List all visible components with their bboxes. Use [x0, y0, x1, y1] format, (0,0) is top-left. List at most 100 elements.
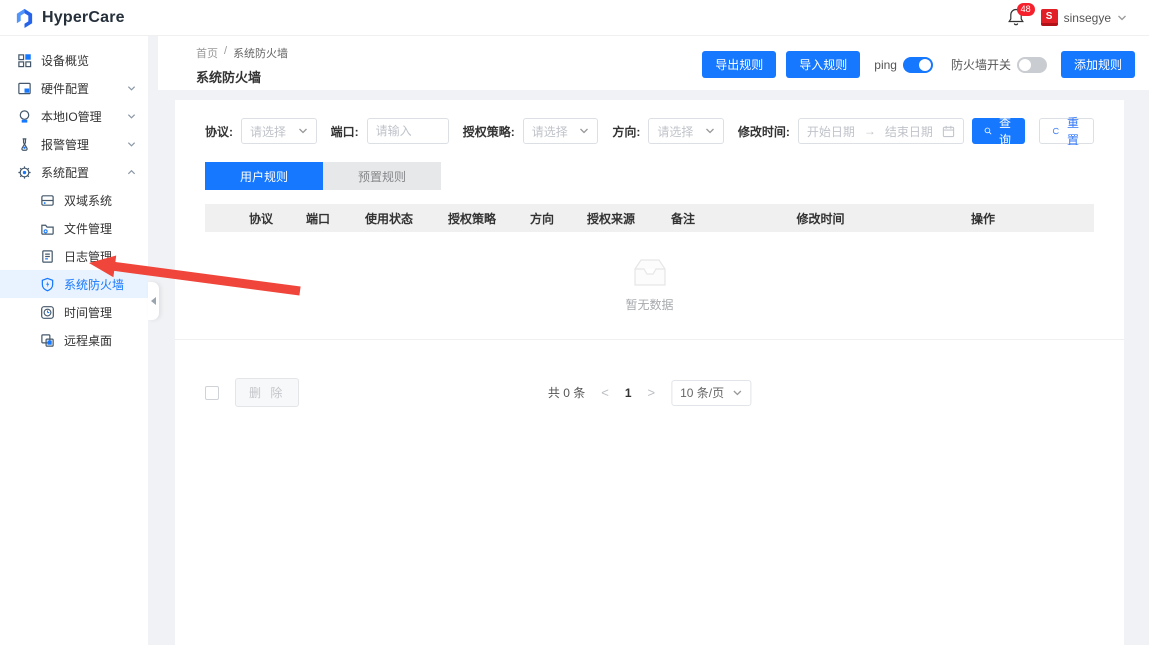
- toggle-knob: [918, 58, 931, 71]
- direction-placeholder: 请选择: [657, 124, 694, 139]
- chevron-down-icon: [127, 141, 136, 146]
- sidebar-item-label: 系统配置: [41, 165, 90, 180]
- sidebar-item-file-management[interactable]: 文件管理: [0, 214, 148, 242]
- direction-label: 方向:: [612, 124, 641, 139]
- port-input[interactable]: [375, 124, 440, 138]
- app-logo: HyperCare: [14, 7, 125, 29]
- sidebar-item-label: 日志管理: [64, 249, 113, 264]
- ping-label: ping: [874, 57, 897, 72]
- chevron-down-icon: [705, 128, 715, 134]
- sidebar-item-log-management[interactable]: 日志管理: [0, 242, 148, 270]
- chevron-down-icon: [298, 128, 307, 134]
- search-button[interactable]: 查询: [971, 116, 1025, 147]
- add-rule-button[interactable]: 添加规则: [1060, 51, 1135, 78]
- reset-button[interactable]: 重置: [1038, 116, 1094, 147]
- column-header: 方向: [529, 211, 554, 226]
- port-label: 端口:: [330, 124, 359, 139]
- clock-icon: [40, 305, 55, 320]
- sidebar-item-device-overview[interactable]: 设备概览: [0, 46, 148, 74]
- tab-user-rules[interactable]: 用户规则: [205, 162, 323, 190]
- sidebar-item-remote-desktop[interactable]: 远程桌面: [0, 326, 148, 354]
- firewall-toggle[interactable]: [1016, 56, 1047, 73]
- pagination: 共 0 条 < 1 > 10 条/页: [547, 379, 752, 406]
- search-button-label: 查询: [998, 116, 1011, 147]
- divider: [175, 339, 1124, 340]
- date-range-arrow: →: [863, 124, 876, 138]
- sidebar-item-system-config[interactable]: 系统配置: [0, 158, 148, 186]
- mtime-label: 修改时间:: [737, 124, 790, 139]
- policy-placeholder: 请选择: [531, 124, 568, 139]
- column-header: 修改时间: [796, 211, 845, 226]
- chevron-down-icon: [732, 389, 742, 395]
- column-header: 使用状态: [364, 211, 413, 226]
- tab-preset-rules[interactable]: 预置规则: [323, 162, 441, 190]
- user-menu[interactable]: S sinsegye: [1040, 9, 1127, 26]
- sidebar-item-label: 系统防火墙: [64, 277, 125, 292]
- hypercare-logo-icon: [14, 7, 35, 29]
- table-footer: 删 除 共 0 条 < 1 > 10 条/页: [175, 378, 1124, 407]
- direction-select[interactable]: 请选择: [648, 118, 724, 144]
- column-header: 授权策略: [447, 211, 496, 226]
- chevron-down-icon: [127, 85, 136, 90]
- select-all-checkbox[interactable]: [205, 385, 219, 400]
- page-size-value: 10 条/页: [680, 386, 725, 400]
- sidebar-item-label: 本地IO管理: [41, 109, 102, 124]
- policy-label: 授权策略:: [462, 124, 515, 139]
- username: sinsegye: [1063, 10, 1111, 25]
- prev-page-button[interactable]: <: [601, 385, 609, 400]
- sidebar-item-label: 远程桌面: [64, 333, 113, 348]
- log-icon: [40, 249, 55, 264]
- shield-icon: [40, 277, 55, 292]
- current-page[interactable]: 1: [625, 386, 632, 400]
- dual-domain-icon: [40, 193, 55, 208]
- sidebar-collapse-handle[interactable]: [148, 282, 159, 320]
- delete-button[interactable]: 删 除: [235, 378, 300, 407]
- hardware-icon: [17, 81, 32, 96]
- search-icon: [984, 127, 992, 135]
- notification-bell[interactable]: 48: [1007, 2, 1035, 29]
- empty-state: 暂无数据: [175, 256, 1124, 313]
- chevron-down-icon: [1117, 14, 1127, 20]
- top-bar: HyperCare 48 S sinsegye: [0, 0, 1149, 36]
- notification-count-badge: 48: [1016, 2, 1035, 16]
- collapse-arrow-icon: [151, 297, 156, 305]
- remote-desktop-icon: [40, 333, 55, 348]
- column-header: 操作: [970, 211, 995, 226]
- import-rules-button[interactable]: 导入规则: [786, 51, 861, 78]
- app-title: HyperCare: [42, 8, 125, 26]
- protocol-label: 协议:: [205, 124, 233, 139]
- column-header: 备注: [670, 211, 695, 226]
- breadcrumb-home[interactable]: 首页: [196, 45, 218, 61]
- date-range-picker[interactable]: 开始日期 → 结束日期: [797, 118, 964, 144]
- sidebar-item-hardware-config[interactable]: 硬件配置: [0, 74, 148, 102]
- ping-toggle[interactable]: [902, 56, 933, 73]
- sidebar: 设备概览 硬件配置 本地IO管理 报警管理 系统配置 双域系统 文件管理 日志管…: [0, 36, 148, 645]
- reset-button-label: 重置: [1066, 116, 1079, 147]
- alarm-icon: [17, 137, 32, 152]
- page-size-select[interactable]: 10 条/页: [671, 379, 752, 406]
- sidebar-item-system-firewall[interactable]: 系统防火墙: [0, 270, 148, 298]
- empty-text: 暂无数据: [625, 298, 674, 312]
- column-header: 端口: [305, 211, 330, 226]
- sidebar-item-local-io[interactable]: 本地IO管理: [0, 102, 148, 130]
- sidebar-item-label: 硬件配置: [41, 81, 90, 96]
- sidebar-item-dual-domain[interactable]: 双域系统: [0, 186, 148, 214]
- chevron-up-icon: [127, 169, 136, 174]
- sidebar-item-alarm[interactable]: 报警管理: [0, 130, 148, 158]
- date-start-placeholder: 开始日期: [806, 124, 855, 139]
- pagination-total: 共 0 条: [547, 386, 586, 400]
- toggle-knob: [1018, 58, 1031, 71]
- sidebar-item-time-management[interactable]: 时间管理: [0, 298, 148, 326]
- policy-select[interactable]: 请选择: [522, 118, 599, 144]
- grid-icon: [17, 53, 32, 68]
- io-icon: [17, 109, 32, 124]
- chevron-down-icon: [127, 113, 136, 118]
- page-header-band: 首页 / 系统防火墙 系统防火墙 导出规则 导入规则 ping 防火墙开关 添加…: [158, 36, 1149, 90]
- export-rules-button[interactable]: 导出规则: [702, 51, 777, 78]
- next-page-button[interactable]: >: [648, 385, 656, 400]
- protocol-select[interactable]: 请选择: [241, 118, 317, 144]
- file-gear-icon: [40, 221, 55, 236]
- column-header: 授权来源: [586, 211, 635, 226]
- port-input-wrap: [366, 118, 449, 144]
- gear-icon: [17, 165, 32, 180]
